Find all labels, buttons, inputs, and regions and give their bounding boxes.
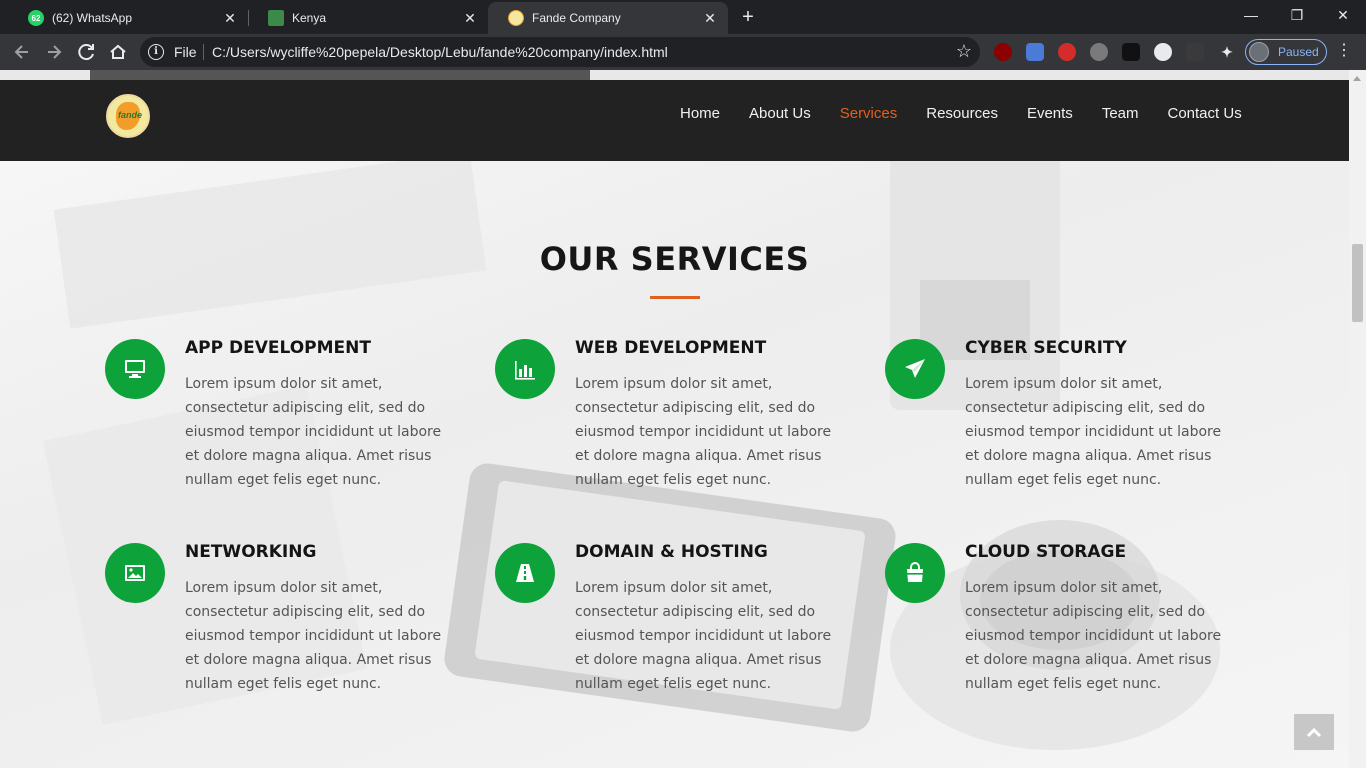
- arrow-left-icon: [14, 45, 28, 59]
- paper-plane-icon: [905, 359, 925, 378]
- service-title: APP DEVELOPMENT: [185, 338, 371, 358]
- nav-contact-us[interactable]: Contact Us: [1168, 105, 1242, 127]
- service-description: Lorem ipsum dolor sit amet, consectetur …: [965, 580, 1222, 692]
- close-tab-icon[interactable]: ✕: [222, 10, 238, 26]
- adblock-icon[interactable]: [1058, 43, 1076, 61]
- tab-whatsapp[interactable]: 62 (62) WhatsApp ✕: [8, 2, 248, 34]
- more-menu-icon[interactable]: ⋮: [1336, 40, 1352, 64]
- service-description: Lorem ipsum dolor sit amet, consectetur …: [965, 376, 1222, 488]
- home-icon: [110, 44, 126, 59]
- translate-icon[interactable]: [1026, 43, 1044, 61]
- restore-button[interactable]: ❐: [1274, 0, 1320, 30]
- back-button[interactable]: [8, 38, 36, 66]
- site-navbar: fande Home About Us Services Resources E…: [0, 80, 1349, 161]
- home-button[interactable]: [104, 38, 132, 66]
- avatar: [1249, 42, 1269, 62]
- scroll-to-top-button[interactable]: [1294, 714, 1334, 750]
- service-icon-circle: [885, 339, 945, 399]
- image-icon: [125, 565, 145, 581]
- monitor-icon: [125, 360, 145, 378]
- service-cyber-security: CYBER SECURITY Lorem ipsum dolor sit ame…: [885, 338, 1245, 519]
- page-scrollbar[interactable]: [1349, 70, 1366, 768]
- reload-icon: [78, 44, 94, 61]
- close-window-button[interactable]: ✕: [1320, 0, 1366, 30]
- url-text[interactable]: C:/Users/wycliffe%20pepela/Desktop/Lebu/…: [212, 44, 668, 60]
- section-title: OUR SERVICES: [539, 240, 810, 278]
- nav-team[interactable]: Team: [1102, 105, 1139, 127]
- browser-toolbar: i File C:/Users/wycliffe%20pepela/Deskto…: [0, 34, 1366, 70]
- fande-icon: [508, 10, 524, 26]
- nav-events[interactable]: Events: [1027, 105, 1073, 127]
- logo-text: fande: [117, 110, 142, 120]
- whatsapp-icon: 62: [28, 10, 44, 26]
- tab-title: Fande Company: [532, 11, 621, 25]
- scroll-up-arrow-icon[interactable]: [1353, 76, 1361, 81]
- service-networking: NETWORKING Lorem ipsum dolor sit amet, c…: [105, 542, 465, 723]
- tab-title: Kenya: [292, 11, 327, 25]
- service-icon-circle: [885, 543, 945, 603]
- robot-extension-icon[interactable]: [1154, 43, 1172, 61]
- service-domain-hosting: DOMAIN & HOSTING Lorem ipsum dolor sit a…: [495, 542, 855, 723]
- tab-title: (62) WhatsApp: [52, 11, 133, 25]
- nav-services[interactable]: Services: [840, 105, 898, 127]
- address-bar[interactable]: i File C:/Users/wycliffe%20pepela/Deskto…: [140, 37, 980, 67]
- tab-kenya[interactable]: Kenya ✕: [248, 2, 488, 34]
- service-web-development: WEB DEVELOPMENT Lorem ipsum dolor sit am…: [495, 338, 855, 519]
- tab-strip: 62 (62) WhatsApp ✕ Kenya ✕ Fande Company…: [0, 0, 1366, 34]
- service-icon-circle: [105, 339, 165, 399]
- extension-icon[interactable]: [1090, 43, 1108, 61]
- service-description: Lorem ipsum dolor sit amet, consectetur …: [575, 376, 832, 488]
- service-title: NETWORKING: [185, 542, 317, 562]
- reload-button[interactable]: [72, 38, 100, 66]
- service-description: Lorem ipsum dolor sit amet, consectetur …: [575, 580, 832, 692]
- title-underline: [650, 296, 700, 299]
- service-app-development: APP DEVELOPMENT Lorem ipsum dolor sit am…: [105, 338, 465, 519]
- close-tab-icon[interactable]: ✕: [702, 10, 718, 26]
- kenya-icon: [268, 10, 284, 26]
- nav-about-us[interactable]: About Us: [749, 105, 811, 127]
- bar-chart-icon: [515, 361, 535, 380]
- profile-button[interactable]: Paused: [1245, 39, 1327, 65]
- service-description: Lorem ipsum dolor sit amet, consectetur …: [185, 376, 442, 488]
- minimize-button[interactable]: —: [1228, 0, 1274, 30]
- service-icon-circle: [495, 339, 555, 399]
- forward-button[interactable]: [40, 38, 68, 66]
- info-icon[interactable]: i: [148, 44, 164, 60]
- nav-resources[interactable]: Resources: [926, 105, 998, 127]
- scheme-label: File: [174, 44, 197, 60]
- ublock-icon[interactable]: [994, 43, 1012, 61]
- profile-status: Paused: [1278, 45, 1319, 59]
- new-tab-button[interactable]: +: [734, 4, 762, 32]
- road-icon: [516, 564, 534, 582]
- shopping-bag-icon: [907, 562, 923, 582]
- service-icon-circle: [495, 543, 555, 603]
- service-title: WEB DEVELOPMENT: [575, 338, 767, 358]
- main-menu: Home About Us Services Resources Events …: [680, 105, 1271, 127]
- service-title: CLOUD STORAGE: [965, 542, 1127, 562]
- puzzle-icon[interactable]: ✦: [1218, 43, 1236, 61]
- service-description: Lorem ipsum dolor sit amet, consectetur …: [185, 580, 442, 692]
- folder-extension-icon[interactable]: [1186, 43, 1204, 61]
- bookmark-star-icon[interactable]: ☆: [956, 41, 972, 62]
- nav-home[interactable]: Home: [680, 105, 720, 127]
- service-title: CYBER SECURITY: [965, 338, 1127, 358]
- fande-logo[interactable]: fande: [106, 94, 150, 138]
- scrollbar-thumb[interactable]: [1352, 244, 1363, 322]
- arrow-right-icon: [48, 45, 62, 59]
- omnibox-divider: [203, 44, 204, 60]
- page-viewport: fande Home About Us Services Resources E…: [0, 70, 1366, 768]
- chevron-up-icon: [1306, 727, 1322, 738]
- tab-fande-company[interactable]: Fande Company ✕: [488, 2, 728, 34]
- cube-extension-icon[interactable]: [1122, 43, 1140, 61]
- previous-section-image: [90, 70, 590, 80]
- service-icon-circle: [105, 543, 165, 603]
- service-cloud-storage: CLOUD STORAGE Lorem ipsum dolor sit amet…: [885, 542, 1245, 723]
- service-title: DOMAIN & HOSTING: [575, 542, 768, 562]
- close-tab-icon[interactable]: ✕: [462, 10, 478, 26]
